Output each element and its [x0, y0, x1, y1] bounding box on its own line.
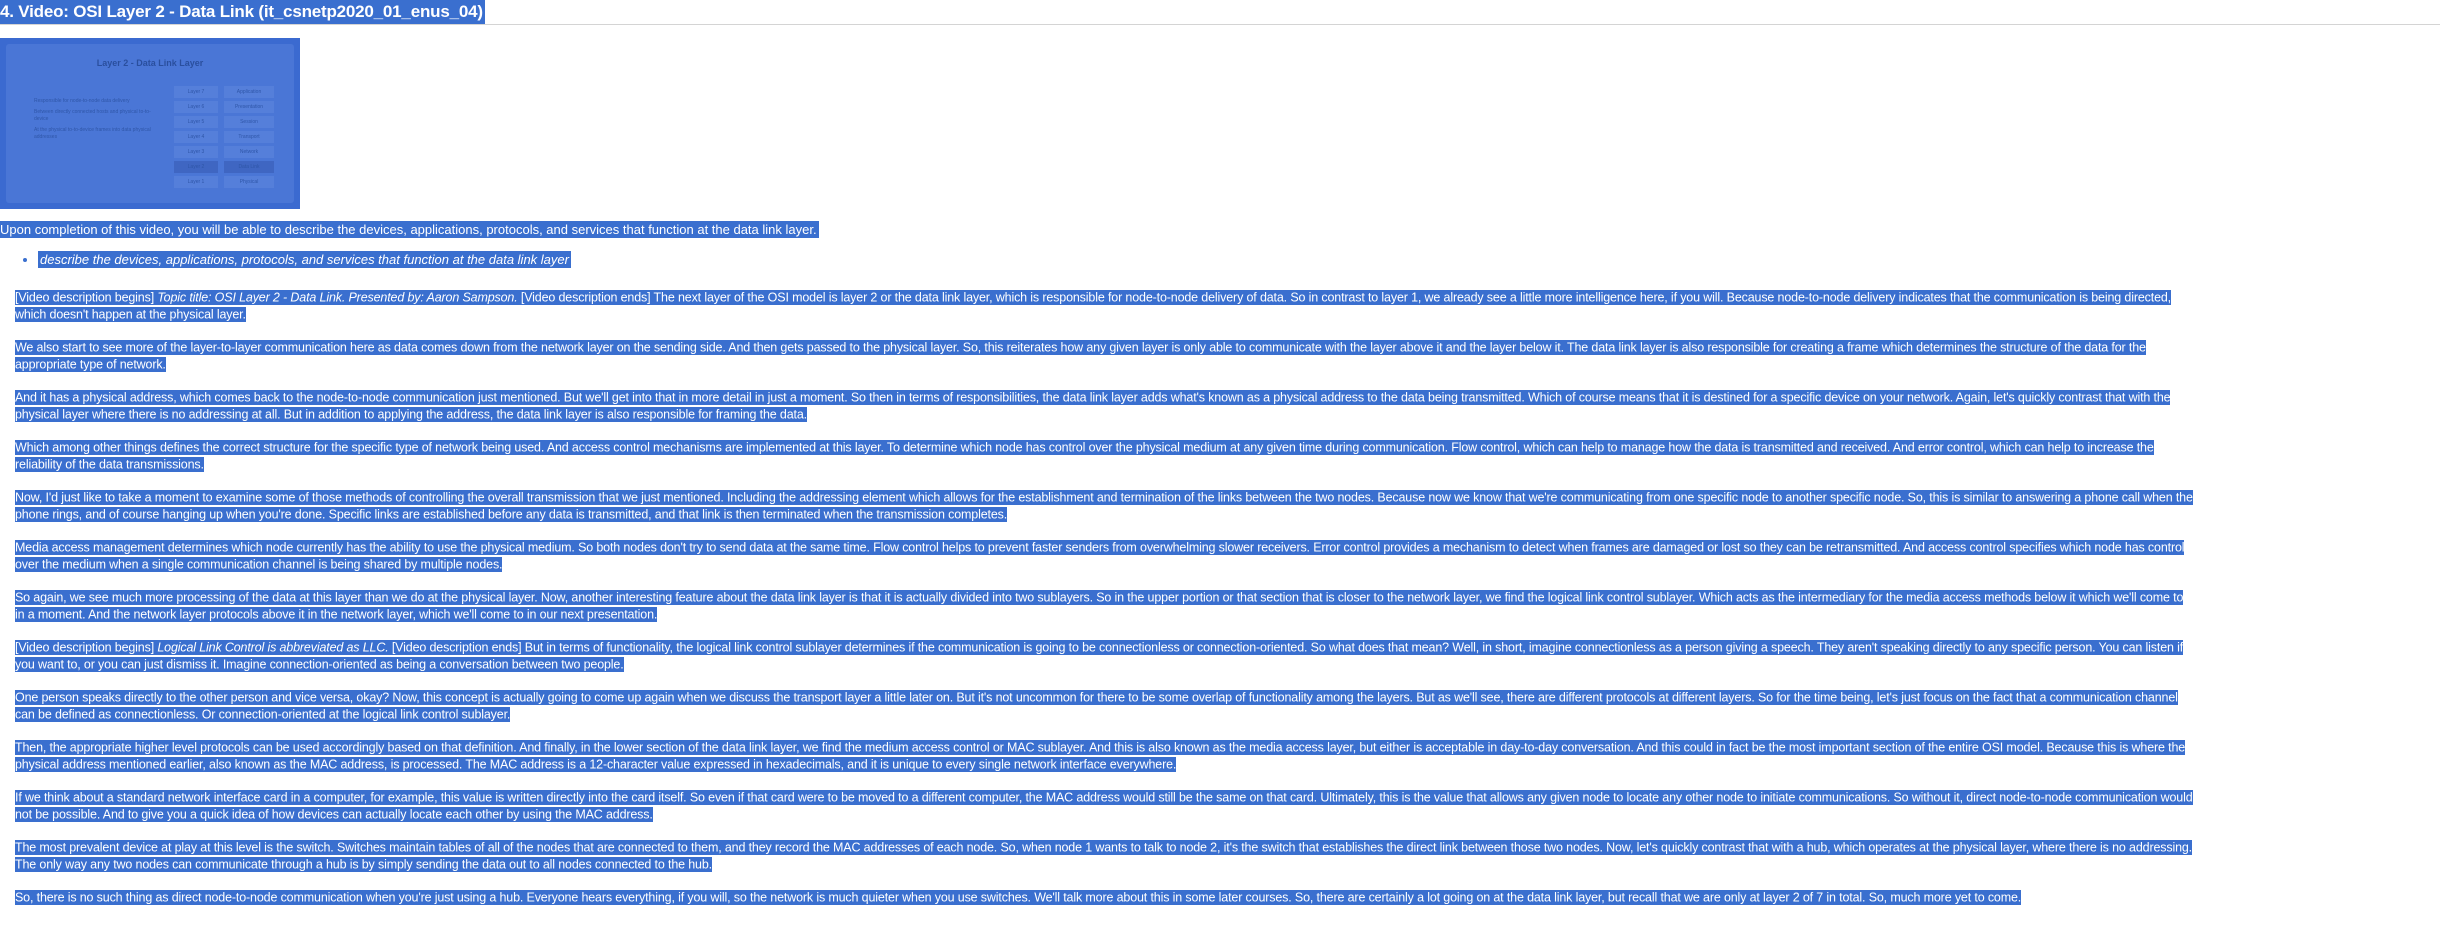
layer-name: Data Link	[224, 161, 274, 173]
intro-text: Upon completion of this video, you will …	[0, 221, 819, 238]
slide-preview: Layer 2 - Data Link Layer Responsible fo…	[6, 44, 294, 203]
page-heading: 4. Video: OSI Layer 2 - Data Link (it_cs…	[0, 0, 2440, 25]
layer-label: Layer 6	[174, 101, 218, 113]
objectives-list: describe the devices, applications, prot…	[22, 251, 571, 268]
layer-label: Layer 1	[174, 176, 218, 188]
transcript-text: Which among other things defines the cor…	[15, 439, 2154, 472]
llc-note: Logical Link Control is abbreviated as L…	[157, 640, 389, 654]
transcript: [Video description begins] Topic title: …	[15, 289, 2195, 922]
slide-layer-row: Layer 3 Network	[174, 146, 274, 158]
layer-label: Layer 5	[174, 116, 218, 128]
transcript-text: So again, we see much more processing of…	[15, 589, 2184, 622]
page-title: 4. Video: OSI Layer 2 - Data Link (it_cs…	[0, 0, 485, 24]
slide-bullets: Responsible for node-to-node data delive…	[34, 98, 154, 145]
layer-name: Network	[224, 146, 274, 158]
slide-layer-row: Layer 4 Transport	[174, 131, 274, 143]
transcript-emphasis: Logical Link Control is abbreviated as L…	[157, 639, 389, 655]
transcript-paragraph: So, there is no such thing as direct nod…	[15, 889, 2195, 906]
transcript-paragraph: [Video description begins] Logical Link …	[15, 639, 2195, 673]
transcript-paragraph: Which among other things defines the cor…	[15, 439, 2195, 473]
transcript-paragraph: Now, I'd just like to take a moment to e…	[15, 489, 2195, 523]
transcript-paragraph: And it has a physical address, which com…	[15, 389, 2195, 423]
transcript-paragraph: We also start to see more of the layer-t…	[15, 339, 2195, 373]
transcript-text: Then, the appropriate higher level proto…	[15, 739, 2186, 772]
transcript-text: One person speaks directly to the other …	[15, 689, 2178, 722]
transcript-paragraph: One person speaks directly to the other …	[15, 689, 2195, 723]
layer-name: Physical	[224, 176, 274, 188]
slide-bullet: Responsible for node-to-node data delive…	[34, 98, 130, 104]
transcript-text: [Video description begins]	[15, 289, 158, 305]
slide-layer-row: Layer 7 Application	[174, 86, 274, 98]
layer-name: Presentation	[224, 101, 274, 113]
slide-bullet: At the physical to-to-device frames into…	[34, 127, 151, 140]
transcript-text: [Video description begins]	[15, 639, 158, 655]
transcript-paragraph: Then, the appropriate higher level proto…	[15, 739, 2195, 773]
layer-label: Layer 3	[174, 146, 218, 158]
slide-title: Layer 2 - Data Link Layer	[96, 58, 204, 68]
transcript-text: The most prevalent device at play at thi…	[15, 839, 2193, 872]
slide-layer-stack: Layer 7 Application Layer 6 Presentation…	[174, 86, 274, 191]
transcript-text: Now, I'd just like to take a moment to e…	[15, 489, 2193, 522]
slide-layer-row-active: Layer 2 Data Link	[174, 161, 274, 173]
transcript-text: We also start to see more of the layer-t…	[15, 339, 2146, 372]
layer-label: Layer 7	[174, 86, 218, 98]
objective-item: describe the devices, applications, prot…	[38, 251, 571, 268]
layer-name: Transport	[224, 131, 274, 143]
slide-layer-row: Layer 5 Session	[174, 116, 274, 128]
layer-name: Application	[224, 86, 274, 98]
transcript-paragraph: Media access management determines which…	[15, 539, 2195, 573]
transcript-text: Media access management determines which…	[15, 539, 2185, 572]
topic-title: Topic title: OSI Layer 2 - Data Link. Pr…	[157, 290, 518, 304]
transcript-paragraph: The most prevalent device at play at thi…	[15, 839, 2195, 873]
transcript-paragraph: So again, we see much more processing of…	[15, 589, 2195, 623]
transcript-text: If we think about a standard network int…	[15, 789, 2193, 822]
slide-layer-row: Layer 6 Presentation	[174, 101, 274, 113]
transcript-emphasis: Topic title: OSI Layer 2 - Data Link. Pr…	[157, 289, 518, 305]
intro-sentence: Upon completion of this video, you will …	[0, 221, 819, 238]
slide-bullet: Between directly connected hosts and phy…	[34, 109, 151, 122]
layer-label: Layer 2	[174, 161, 218, 173]
layer-name: Session	[224, 116, 274, 128]
transcript-text: And it has a physical address, which com…	[15, 389, 2171, 422]
layer-label: Layer 4	[174, 131, 218, 143]
transcript-paragraph: [Video description begins] Topic title: …	[15, 289, 2195, 323]
slide-layer-row: Layer 1 Physical	[174, 176, 274, 188]
transcript-paragraph: If we think about a standard network int…	[15, 789, 2195, 823]
video-thumbnail[interactable]: Layer 2 - Data Link Layer Responsible fo…	[0, 38, 300, 209]
objective-text: describe the devices, applications, prot…	[38, 251, 571, 268]
transcript-text: So, there is no such thing as direct nod…	[15, 889, 2022, 905]
